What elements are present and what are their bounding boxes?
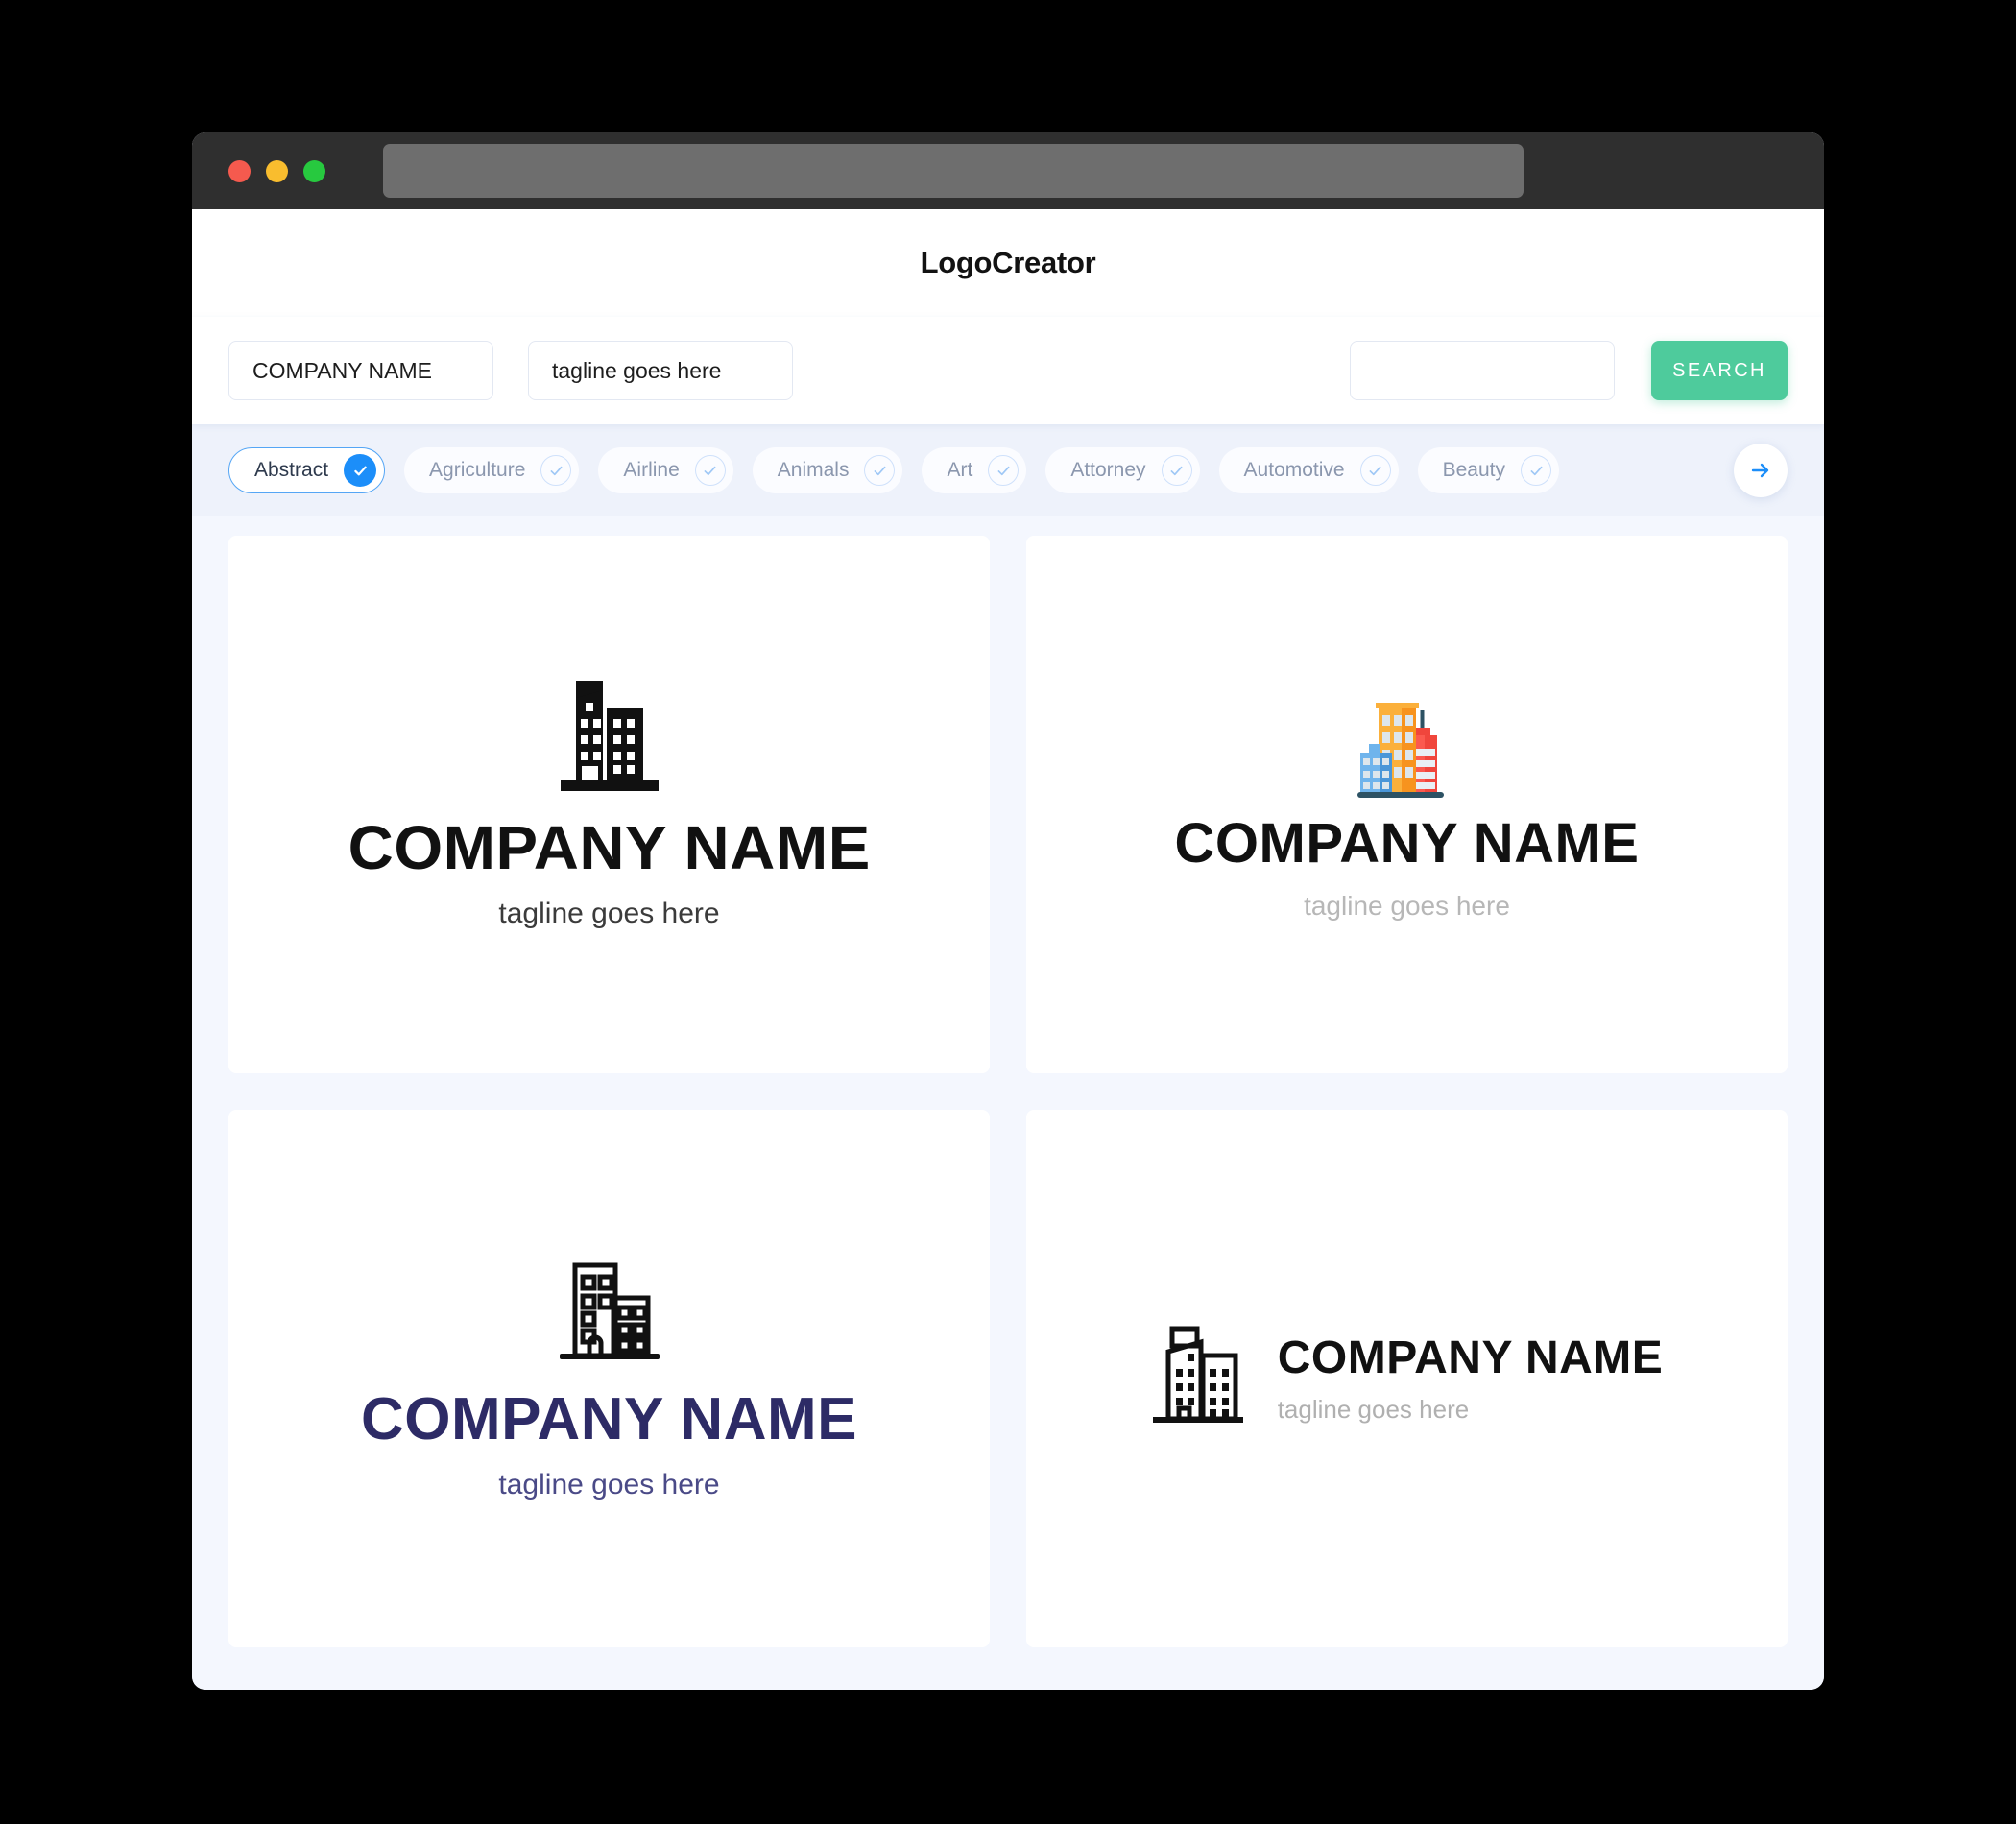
categories-next-button[interactable] <box>1734 444 1788 497</box>
maximize-window-button[interactable] <box>303 159 325 182</box>
browser-window: LogoCreator SEARCH Abstract Agriculture Ai… <box>192 132 1824 1690</box>
browser-titlebar <box>192 132 1824 209</box>
category-chip-art[interactable]: Art <box>922 447 1027 493</box>
check-circle-icon <box>864 455 896 486</box>
logo-card[interactable]: COMPANY NAME tagline goes here <box>228 536 990 1073</box>
logo-company-name: COMPANY NAME <box>1277 1332 1664 1383</box>
arrow-right-icon <box>1751 463 1769 478</box>
search-button[interactable]: SEARCH <box>1651 341 1788 400</box>
app-title: LogoCreator <box>920 246 1096 279</box>
category-chip-label: Airline <box>623 459 680 481</box>
logo-tagline: tagline goes here <box>1304 891 1510 921</box>
building-solid-icon <box>560 681 659 791</box>
check-circle-icon <box>540 455 572 486</box>
category-chip-agriculture[interactable]: Agriculture <box>404 447 580 493</box>
search-toolbar: SEARCH <box>192 317 1824 424</box>
check-circle-icon <box>1521 455 1551 486</box>
category-chip-automotive[interactable]: Automotive <box>1218 447 1399 493</box>
logo-company-name: COMPANY NAME <box>361 1386 857 1452</box>
logo-preview: COMPANY NAME tagline goes here <box>348 681 870 929</box>
category-chip-label: Attorney <box>1070 459 1146 481</box>
logo-company-name: COMPANY NAME <box>1174 812 1640 875</box>
logo-results-grid: COMPANY NAME tagline goes here COMPANY N… <box>192 516 1824 1690</box>
check-circle-icon <box>1359 455 1391 486</box>
category-chip-label: Agriculture <box>429 459 526 481</box>
check-circle-icon <box>694 455 726 486</box>
tagline-input[interactable] <box>528 341 793 400</box>
logo-card[interactable]: COMPANY NAME tagline goes here <box>228 1110 990 1647</box>
category-chip-label: Beauty <box>1442 459 1505 481</box>
category-chip-label: Abstract <box>254 459 329 481</box>
check-circle-icon <box>988 455 1020 486</box>
minimize-window-button[interactable] <box>266 159 288 182</box>
category-chip-airline[interactable]: Airline <box>598 447 733 493</box>
category-chip-abstract[interactable]: Abstract <box>228 447 386 493</box>
building-outline-wide-icon <box>1152 1326 1243 1423</box>
category-chip-beauty[interactable]: Beauty <box>1417 447 1559 493</box>
building-outline-icon <box>559 1262 660 1359</box>
logo-preview: COMPANY NAME tagline goes here <box>361 1258 857 1500</box>
logo-preview: COMPANY NAME tagline goes here <box>1175 689 1640 920</box>
app-header: LogoCreator <box>192 209 1824 317</box>
category-chip-animals[interactable]: Animals <box>752 447 903 493</box>
buildings-color-icon <box>1356 703 1444 798</box>
logo-company-name: COMPANY NAME <box>348 813 871 882</box>
keyword-input[interactable] <box>1350 341 1615 400</box>
logo-tagline: tagline goes here <box>498 1469 720 1500</box>
company-name-input[interactable] <box>228 341 493 400</box>
logo-card[interactable]: COMPANY NAME tagline goes here <box>1026 536 1788 1073</box>
logo-card[interactable]: COMPANY NAME tagline goes here <box>1026 1110 1788 1647</box>
logo-tagline: tagline goes here <box>498 898 720 929</box>
check-circle-icon <box>1161 455 1192 486</box>
logo-tagline: tagline goes here <box>1277 1395 1470 1424</box>
close-window-button[interactable] <box>228 159 251 182</box>
category-chip-label: Animals <box>777 459 850 481</box>
category-filter-bar: Abstract Agriculture Airline Animals Art Atto… <box>192 424 1824 516</box>
category-chip-label: Automotive <box>1243 459 1345 481</box>
address-bar[interactable] <box>383 144 1524 198</box>
category-chip-attorney[interactable]: Attorney <box>1045 447 1200 493</box>
category-chip-label: Art <box>947 459 973 481</box>
window-controls <box>228 159 325 182</box>
check-circle-icon <box>344 454 377 487</box>
logo-preview: COMPANY NAME tagline goes here <box>1151 1325 1664 1432</box>
